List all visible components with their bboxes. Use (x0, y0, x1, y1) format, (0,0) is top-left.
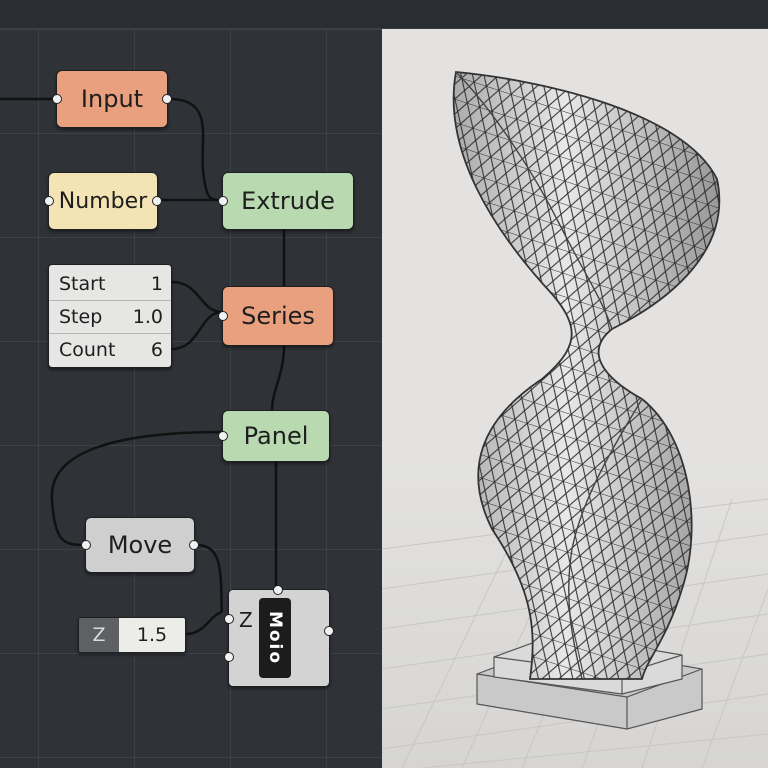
number-node[interactable]: Number (44, 172, 162, 230)
param-count-name: Count (59, 339, 116, 361)
panel-node[interactable]: Panel (218, 410, 330, 462)
wire-input-to-extrude (169, 97, 223, 202)
extrude-node-label: Extrude (241, 187, 335, 215)
moio-node[interactable]: Z Moio (224, 585, 334, 687)
param-start-value[interactable]: 1 (151, 273, 163, 295)
moio-node-in-port-z[interactable] (224, 614, 234, 624)
panel-node-in-port[interactable] (218, 431, 228, 441)
moio-node-out-port[interactable] (324, 626, 334, 636)
param-step-value[interactable]: 1.0 (133, 306, 163, 328)
panel-node-label: Panel (243, 422, 309, 450)
move-node-in-port[interactable] (81, 540, 91, 550)
wire-start-to-series (171, 280, 223, 314)
move-node[interactable]: Move (81, 517, 199, 573)
wire-move-to-moio (196, 543, 224, 613)
param-count-value[interactable]: 6 (151, 339, 163, 361)
series-node-label: Series (241, 302, 315, 330)
moio-title-plate: Moio (259, 598, 291, 678)
number-node-out-port[interactable] (152, 196, 162, 206)
input-node-out-port[interactable] (162, 94, 172, 104)
moio-node-top-port[interactable] (273, 585, 283, 595)
number-node-in-port[interactable] (44, 196, 54, 206)
z-number-slider[interactable]: Z 1.5 (78, 617, 186, 653)
param-count-row[interactable]: Count 6 (49, 333, 171, 366)
input-node-in-port[interactable] (52, 94, 62, 104)
move-node-out-port[interactable] (189, 540, 199, 550)
param-start-row[interactable]: Start 1 (49, 267, 171, 300)
z-slider-label: Z (79, 618, 119, 652)
moio-node-in-port-2[interactable] (224, 652, 234, 662)
series-node-in-port[interactable] (218, 311, 228, 321)
wire-series-to-panel (270, 345, 286, 411)
series-node[interactable]: Series (218, 286, 334, 346)
twisted-tower-render (382, 71, 768, 768)
wire-count-to-series (171, 310, 223, 351)
extrude-node-in-port[interactable] (218, 196, 228, 206)
param-step-name: Step (59, 306, 103, 328)
series-params-panel[interactable]: Start 1 Step 1.0 Count 6 (48, 264, 172, 368)
moio-z-label: Z (239, 608, 253, 632)
wire-z-to-moio (185, 610, 223, 636)
z-slider-value[interactable]: 1.5 (119, 618, 185, 652)
param-start-name: Start (59, 272, 106, 295)
input-node[interactable]: Input (52, 70, 172, 128)
param-step-row[interactable]: Step 1.0 (49, 300, 171, 333)
moio-title: Moio (265, 610, 286, 666)
number-node-label: Number (58, 188, 148, 214)
input-node-label: Input (80, 85, 144, 113)
move-node-label: Move (107, 531, 173, 559)
extrude-node[interactable]: Extrude (218, 172, 354, 230)
3d-viewport[interactable] (382, 29, 768, 768)
